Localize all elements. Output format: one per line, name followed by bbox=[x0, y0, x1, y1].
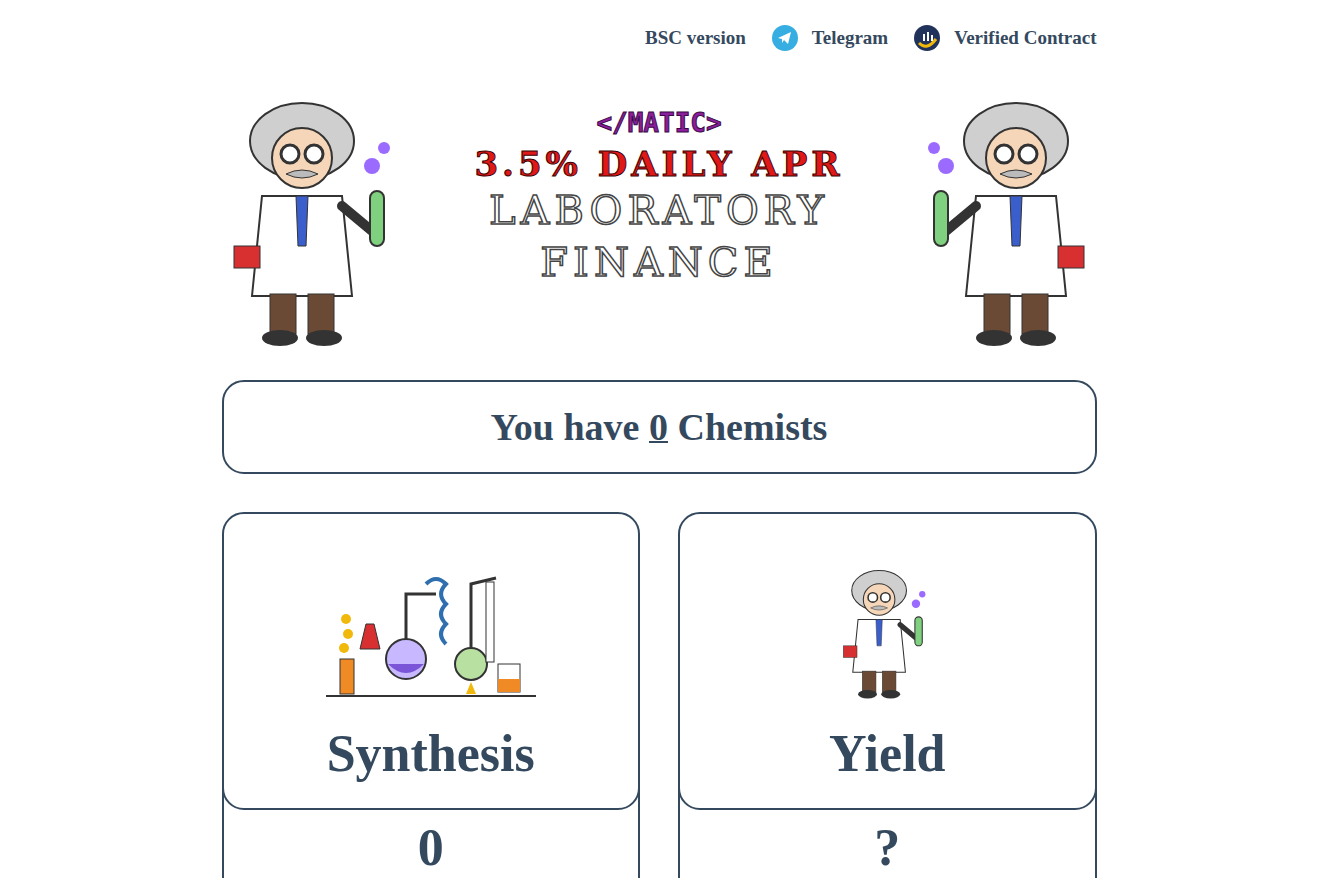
chemist-icon bbox=[837, 564, 937, 704]
card-value: ? bbox=[874, 818, 900, 878]
card-value: 0 bbox=[418, 818, 444, 878]
nav-link-label: Verified Contract bbox=[954, 27, 1096, 49]
nav-link-label: BSC version bbox=[645, 27, 746, 49]
card: Synthesis 0 bbox=[222, 512, 641, 878]
top-nav: BSC version Telegram Verified Contract bbox=[222, 0, 1097, 52]
card-header: Synthesis bbox=[222, 512, 641, 810]
verified-icon bbox=[914, 25, 940, 51]
scientist-icon bbox=[906, 96, 1096, 351]
nav-link[interactable]: Telegram bbox=[772, 25, 888, 51]
card-title: Synthesis bbox=[327, 724, 535, 784]
banner: </MATIC> 3.5% DAILY APRLABORATORYFINANCE bbox=[222, 96, 1097, 351]
card: Yield? bbox=[678, 512, 1097, 878]
banner-headline: 3.5% DAILY APR bbox=[474, 144, 843, 184]
chemists-count: 0 bbox=[649, 406, 668, 448]
nav-link[interactable]: BSC version bbox=[645, 27, 746, 49]
content: BSC version Telegram Verified Contract </MA… bbox=[222, 0, 1097, 878]
telegram-icon bbox=[772, 25, 798, 51]
banner-text: </MATIC> 3.5% DAILY APRLABORATORYFINANCE bbox=[474, 96, 843, 288]
card-grid: Synthesis 0 Yield? bbox=[222, 512, 1097, 878]
banner-tag: </MATIC> bbox=[596, 108, 721, 138]
nav-link[interactable]: Verified Contract bbox=[914, 25, 1096, 51]
chemists-text: You have 0 Chemists bbox=[491, 405, 828, 449]
scientist-icon bbox=[222, 96, 412, 351]
page: BSC version Telegram Verified Contract </MA… bbox=[0, 0, 1318, 878]
chemists-card: You have 0 Chemists bbox=[222, 380, 1097, 474]
banner-name: LABORATORY bbox=[489, 184, 829, 236]
nav-link-label: Telegram bbox=[812, 27, 888, 49]
banner-name: FINANCE bbox=[540, 236, 777, 288]
card-title: Yield bbox=[829, 724, 946, 784]
card-header: Yield bbox=[678, 512, 1097, 810]
lab-apparatus-icon bbox=[326, 564, 536, 704]
